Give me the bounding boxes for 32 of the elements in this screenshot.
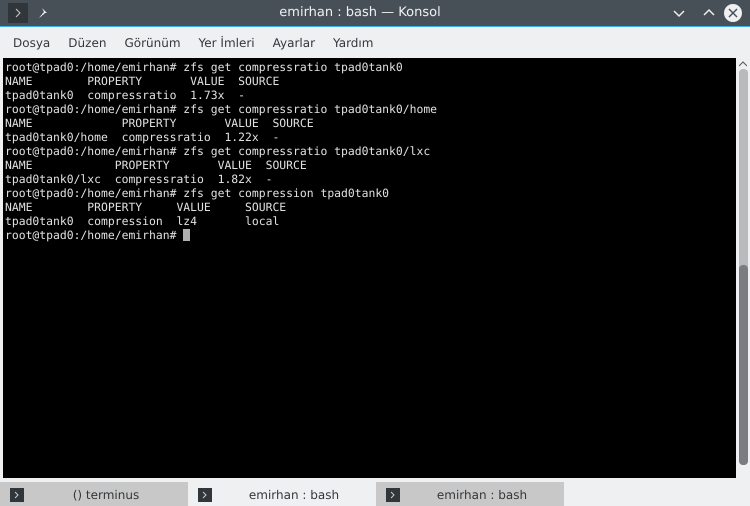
terminal-line: NAME PROPERTY VALUE SOURCE xyxy=(5,74,280,88)
terminal-line: root@tpad0:/home/emirhan# zfs get compression tpad0tank0 xyxy=(5,186,390,200)
close-icon[interactable] xyxy=(724,4,742,22)
terminal-line: tpad0tank0/lxc compressratio 1.82x - xyxy=(5,172,272,186)
menu-item[interactable]: Düzen xyxy=(59,34,116,52)
terminal-line: NAME PROPERTY VALUE SOURCE xyxy=(5,116,314,130)
minimize-icon[interactable] xyxy=(672,8,686,18)
menu-item[interactable]: Dosya xyxy=(4,34,60,52)
tab[interactable]: () terminus xyxy=(0,482,188,506)
app-icon[interactable] xyxy=(8,3,28,23)
terminal-line: NAME PROPERTY VALUE SOURCE xyxy=(5,200,286,214)
terminal-icon xyxy=(386,488,400,502)
terminal-line: root@tpad0:/home/emirhan# zfs get compressratio tpad0tank0 xyxy=(5,60,403,74)
terminal-screen[interactable] xyxy=(3,58,736,478)
tab[interactable]: emirhan : bash xyxy=(376,482,564,506)
window-title: emirhan : bash — Konsol xyxy=(279,5,441,20)
terminal-line: root@tpad0:/home/emirhan# zfs get compressratio tpad0tank0/lxc xyxy=(5,144,430,158)
maximize-icon[interactable] xyxy=(702,8,716,18)
pin-icon[interactable] xyxy=(36,7,48,19)
terminal-line: root@tpad0:/home/emirhan# zfs get compressratio tpad0tank0/home xyxy=(5,102,438,116)
menu-item[interactable]: Yer İmleri xyxy=(190,34,264,52)
terminal-icon xyxy=(10,488,24,502)
terminal-line: root@tpad0:/home/emirhan# xyxy=(5,228,178,242)
menu-item[interactable]: Yardım xyxy=(324,34,382,52)
terminal-line: tpad0tank0/home compressratio 1.22x - xyxy=(5,130,280,144)
scroll-up-icon[interactable] xyxy=(739,61,747,67)
terminal-icon xyxy=(198,488,212,502)
terminal-line: NAME PROPERTY VALUE SOURCE xyxy=(5,158,307,172)
terminal-line: tpad0tank0 compressratio 1.73x - xyxy=(5,88,246,102)
menu-item[interactable]: Görünüm xyxy=(115,34,190,52)
menu-item[interactable]: Ayarlar xyxy=(264,34,324,52)
terminal-line: tpad0tank0 compression lz4 local xyxy=(5,214,280,228)
